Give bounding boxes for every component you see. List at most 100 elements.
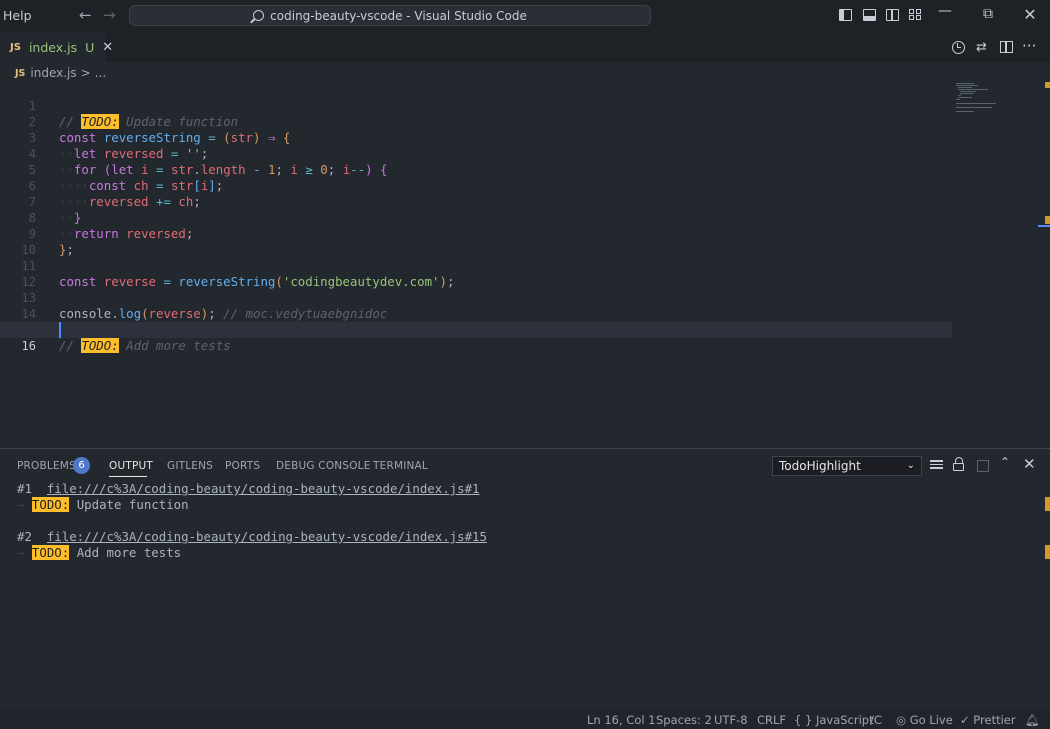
breadcrumb-separator: > bbox=[80, 66, 91, 80]
status-go-live[interactable]: ◎ Go Live bbox=[896, 713, 953, 727]
code-line: 5 ····const ch = str[i]; bbox=[0, 146, 952, 193]
tab-problems[interactable]: PROBLEMS bbox=[17, 460, 76, 472]
check-icon: ✓ bbox=[960, 713, 970, 727]
search-icon bbox=[253, 10, 265, 21]
bottom-panel: PROBLEMS 6 OUTPUT GITLENS PORTS DEBUG CO… bbox=[0, 448, 1050, 710]
overview-ruler-todo-marker bbox=[1045, 82, 1050, 88]
output-entry-text: Update function bbox=[76, 497, 189, 512]
restore-button[interactable]: ⧉ bbox=[978, 6, 998, 22]
window-title: coding-beauty-vscode - Visual Studio Cod… bbox=[270, 8, 527, 23]
status-go-live-label: Go Live bbox=[909, 713, 953, 727]
split-editor-icon[interactable] bbox=[1000, 41, 1013, 53]
code-line: 11 const reverse = reverseString('coding… bbox=[0, 242, 952, 289]
broadcast-icon: ◎ bbox=[896, 713, 907, 727]
output-entry-body: → TODO: Add more tests bbox=[17, 545, 182, 560]
status-bar: Ln 16, Col 1 Spaces: 2 UTF-8 CRLF { } Ja… bbox=[0, 710, 1050, 729]
tab-gitlens[interactable]: GITLENS bbox=[167, 460, 213, 472]
overview-ruler-todo-marker bbox=[1045, 545, 1050, 559]
status-encoding[interactable]: UTF-8 bbox=[714, 713, 748, 727]
breadcrumb-more[interactable]: ... bbox=[95, 66, 106, 80]
output-entry-body: → TODO: Update function bbox=[17, 497, 189, 512]
close-window-button[interactable]: ✕ bbox=[1020, 5, 1040, 24]
code-line: 14 bbox=[0, 290, 952, 321]
ellipsis-icon[interactable]: ··· bbox=[1022, 37, 1036, 55]
code-line: 13 console.log(reverse); // moc.vedytuae… bbox=[0, 274, 952, 321]
command-center[interactable]: coding-beauty-vscode - Visual Studio Cod… bbox=[129, 5, 651, 26]
chevron-down-icon: ⌄ bbox=[906, 460, 915, 471]
output-channel-value: TodoHighlight bbox=[779, 459, 861, 473]
code-line: 10 bbox=[0, 226, 952, 257]
close-icon[interactable]: ✕ bbox=[102, 40, 113, 55]
toggle-panel-icon[interactable] bbox=[863, 9, 876, 21]
tab-filename: index.js bbox=[28, 40, 78, 55]
code-line-current: 16 bbox=[0, 322, 952, 353]
todo-highlight: TODO: bbox=[81, 338, 119, 353]
output-entry-header: #1 file:///c%3A/coding-beauty/coding-bea… bbox=[17, 481, 480, 497]
todo-highlight: TODO: bbox=[31, 545, 70, 560]
code-line: 15 // TODO: Add more tests bbox=[0, 306, 952, 353]
tab-ports[interactable]: PORTS bbox=[225, 460, 260, 472]
output-file-link[interactable]: file:///c%3A/coding-beauty/coding-beauty… bbox=[47, 529, 487, 544]
status-end-of-line[interactable]: CRLF bbox=[757, 713, 786, 727]
code-editor[interactable]: 1 // TODO: Update function 2 const rever… bbox=[0, 82, 1050, 448]
code-line: 12 bbox=[0, 258, 952, 289]
status-cursor-position[interactable]: Ln 16, Col 1 bbox=[587, 713, 656, 727]
bell-icon[interactable]: 🔔︎ bbox=[1025, 713, 1040, 727]
overview-ruler-todo-marker bbox=[1045, 216, 1050, 224]
customize-layout-icon[interactable] bbox=[909, 9, 922, 21]
tab-output[interactable]: OUTPUT bbox=[109, 460, 153, 472]
menu-help[interactable]: Help bbox=[3, 8, 32, 23]
code-line: 9 }; bbox=[0, 210, 952, 257]
javascript-file-icon: JS bbox=[15, 67, 26, 79]
problems-count-badge: 6 bbox=[73, 457, 90, 474]
tab-index-js[interactable]: JS index.js U ✕ bbox=[0, 32, 113, 62]
tab-terminal[interactable]: TERMINAL bbox=[373, 460, 428, 472]
code-line: 3 ··let reversed = ''; bbox=[0, 114, 952, 161]
status-prettier[interactable]: ✓ Prettier bbox=[960, 713, 1016, 727]
output-channel-select[interactable]: TodoHighlight ⌄ bbox=[772, 456, 922, 476]
minimize-button[interactable]: — bbox=[935, 3, 955, 19]
code-line: 2 const reverseString = (str) ⇒ { bbox=[0, 98, 952, 145]
history-icon[interactable] bbox=[952, 41, 965, 54]
javascript-file-icon: JS bbox=[10, 42, 21, 53]
output-file-link[interactable]: file:///c%3A/coding-beauty/coding-beauty… bbox=[47, 481, 480, 496]
clear-output-icon[interactable] bbox=[930, 458, 943, 469]
code-line: 6 ····reversed += ch; bbox=[0, 162, 952, 209]
toggle-secondary-sidebar-icon[interactable] bbox=[886, 9, 899, 21]
output-entry-index: #2 bbox=[17, 529, 32, 544]
tab-git-status: U bbox=[85, 40, 95, 55]
lock-icon[interactable] bbox=[953, 457, 964, 471]
status-indentation[interactable]: Spaces: 2 bbox=[656, 713, 712, 727]
output-entry-index: #1 bbox=[17, 481, 32, 496]
todo-highlight: TODO: bbox=[31, 497, 70, 512]
compare-changes-icon[interactable]: ⇄ bbox=[976, 40, 987, 55]
status-prettier-label: Prettier bbox=[973, 713, 1016, 727]
todo-comment-text: Add more tests bbox=[126, 338, 231, 353]
arrow-right-icon[interactable]: → bbox=[103, 6, 116, 24]
open-in-editor-icon[interactable] bbox=[977, 460, 989, 472]
arrow-left-icon[interactable]: ← bbox=[79, 6, 92, 24]
editor-tab-bar: JS index.js U ✕ ⇄ ··· bbox=[0, 32, 1050, 62]
title-bar: Help ← → coding-beauty-vscode - Visual S… bbox=[0, 0, 1050, 32]
braces-icon: { } bbox=[794, 713, 813, 727]
line-number: 16 bbox=[21, 339, 36, 353]
output-entry-header: #2 file:///c%3A/coding-beauty/coding-bea… bbox=[17, 529, 487, 545]
minimap[interactable] bbox=[952, 82, 1042, 122]
breadcrumb: JS index.js > ... bbox=[15, 66, 106, 80]
overview-ruler-cursor-marker bbox=[1038, 225, 1050, 227]
active-tab-indicator bbox=[109, 476, 147, 477]
text-cursor bbox=[59, 322, 61, 338]
overview-ruler-todo-marker bbox=[1045, 497, 1050, 511]
status-language-mode[interactable]: { } JavaScript bbox=[794, 713, 874, 727]
code-line: 1 // TODO: Update function bbox=[0, 82, 952, 129]
status-language-label: JavaScript bbox=[815, 713, 874, 727]
toggle-primary-sidebar-icon[interactable] bbox=[839, 9, 852, 21]
code-line: 8 ··return reversed; bbox=[0, 194, 952, 241]
status-c-indicator[interactable]: /C bbox=[870, 713, 882, 727]
breadcrumb-file[interactable]: index.js bbox=[30, 66, 76, 80]
close-icon[interactable]: ✕ bbox=[1023, 455, 1036, 473]
chevron-up-icon[interactable]: ⌃ bbox=[1000, 455, 1010, 469]
output-entry-text: Add more tests bbox=[76, 545, 182, 560]
tab-debug-console[interactable]: DEBUG CONSOLE bbox=[276, 460, 371, 472]
code-line: 7 ··} bbox=[0, 178, 952, 225]
